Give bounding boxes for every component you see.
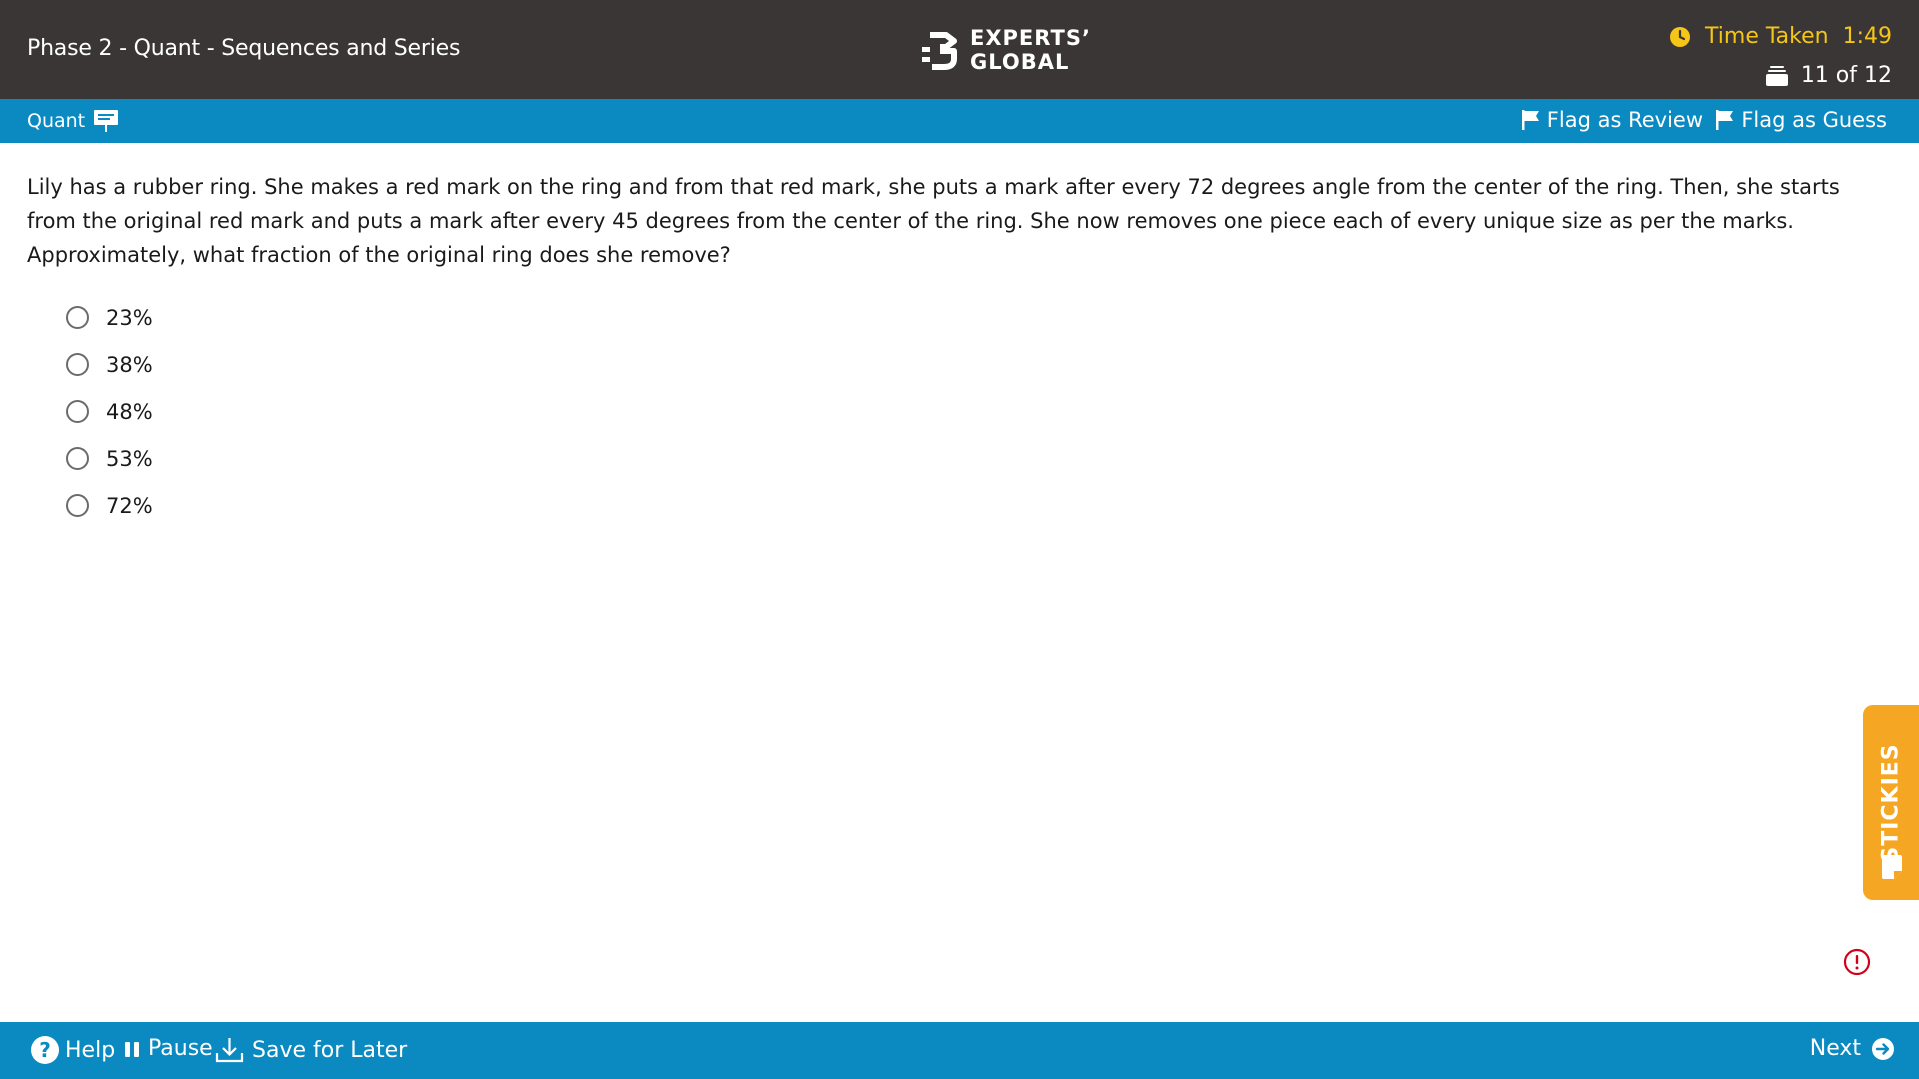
logo-mark-icon <box>922 32 957 70</box>
stickies-tab[interactable]: STICKIES <box>1863 705 1919 900</box>
answer-option[interactable]: 48% <box>66 388 153 435</box>
report-issue-icon[interactable] <box>1843 948 1871 976</box>
help-button[interactable]: ? Help <box>31 1036 115 1064</box>
save-for-later-button[interactable]: Save for Later <box>215 1036 407 1064</box>
time-taken-label: Time Taken <box>1705 24 1829 49</box>
top-bar: Phase 2 - Quant - Sequences and Series E… <box>0 0 1919 99</box>
radio-button[interactable] <box>66 306 89 329</box>
flag-as-review-label: Flag as Review <box>1546 108 1703 132</box>
answer-option-label: 23% <box>106 305 153 330</box>
section-bar: Quant Flag as Review Flag as Guess <box>0 99 1919 143</box>
question-text: Lily has a rubber ring. She makes a red … <box>27 175 1840 267</box>
stickies-label: STICKIES <box>1878 743 1904 863</box>
question-counter: 11 of 12 <box>1765 63 1892 88</box>
answer-option[interactable]: 23% <box>66 294 153 341</box>
answer-option-label: 48% <box>106 399 153 424</box>
radio-button[interactable] <box>66 494 89 517</box>
save-for-later-label: Save for Later <box>252 1037 408 1063</box>
flag-as-review-button[interactable]: Flag as Review <box>1521 108 1703 132</box>
answer-option-label: 72% <box>106 493 153 518</box>
question-stack-icon <box>1765 65 1788 86</box>
pause-button[interactable]: Pause <box>124 1036 213 1061</box>
radio-button[interactable] <box>66 447 89 470</box>
sticky-note-icon <box>1882 855 1902 879</box>
next-button[interactable]: Next <box>1810 1036 1895 1061</box>
flag-as-guess-label: Flag as Guess <box>1741 108 1887 132</box>
pause-label: Pause <box>148 1036 213 1061</box>
section-name: Quant <box>27 110 86 132</box>
flag-as-guess-button[interactable]: Flag as Guess <box>1715 108 1887 132</box>
answer-option[interactable]: 72% <box>66 482 153 529</box>
download-icon <box>215 1038 244 1063</box>
pause-icon <box>125 1041 139 1057</box>
time-taken: Time Taken 1:49 <box>1669 24 1892 49</box>
clock-icon <box>1670 26 1691 47</box>
help-icon: ? <box>31 1036 59 1064</box>
time-taken-value: 1:49 <box>1842 24 1892 49</box>
answer-options: 23% 38% 48% 53% 72% <box>66 294 153 529</box>
radio-button[interactable] <box>66 400 89 423</box>
section-board-icon[interactable] <box>93 109 119 133</box>
flag-icon <box>1716 110 1734 130</box>
experts-global-logo: EXPERTS’ GLOBAL <box>920 26 1091 74</box>
help-label: Help <box>65 1037 116 1063</box>
bottom-bar: ? Help Pause Save for Later Next <box>0 1022 1919 1079</box>
next-label: Next <box>1809 1036 1861 1061</box>
logo-text: EXPERTS’ GLOBAL <box>970 26 1091 74</box>
arrow-right-circle-icon <box>1872 1037 1894 1060</box>
answer-option[interactable]: 38% <box>66 341 153 388</box>
question-counter-text: 11 of 12 <box>1800 63 1892 88</box>
test-title: Phase 2 - Quant - Sequences and Series <box>27 36 461 61</box>
answer-option[interactable]: 53% <box>66 435 153 482</box>
answer-option-label: 53% <box>106 446 153 471</box>
logo-text-line1: EXPERTS’ <box>970 26 1091 50</box>
answer-option-label: 38% <box>106 352 153 377</box>
logo-text-line2: GLOBAL <box>970 50 1070 74</box>
radio-button[interactable] <box>66 353 89 376</box>
flag-icon <box>1521 110 1539 130</box>
